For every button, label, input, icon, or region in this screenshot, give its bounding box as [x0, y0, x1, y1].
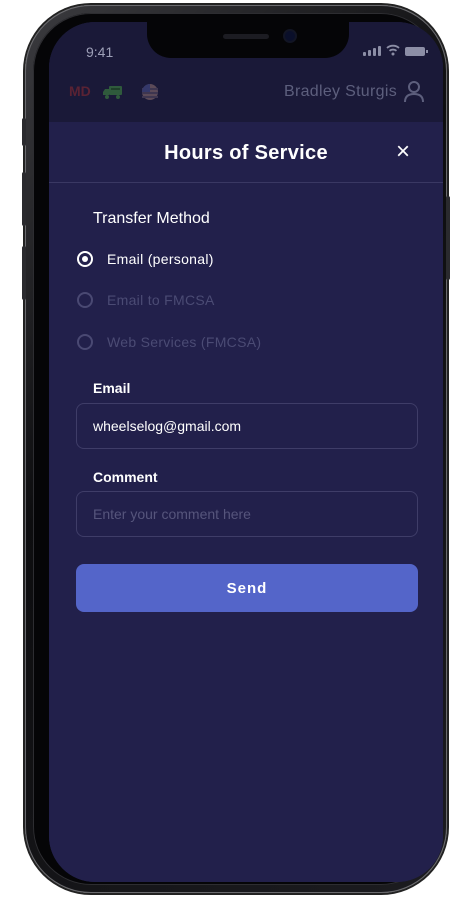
email-field[interactable]	[76, 403, 418, 449]
modal-title: Hours of Service	[164, 142, 328, 164]
radio-label: Email to FMCSA	[107, 292, 215, 308]
radio-label: Web Services (FMCSA)	[107, 334, 262, 350]
radio-option-email-fmcsa[interactable]: Email to FMCSA	[77, 289, 215, 311]
battery-icon	[405, 47, 428, 56]
header-divider	[49, 182, 443, 183]
md-badge: MD	[69, 83, 91, 99]
app-header: MD Bradley Sturgis	[49, 80, 443, 106]
send-button[interactable]: Send	[76, 564, 418, 612]
user-name[interactable]: Bradley Sturgis	[284, 83, 397, 101]
status-icons	[363, 44, 428, 56]
radio-option-email-personal[interactable]: Email (personal)	[77, 248, 214, 270]
comment-label: Comment	[93, 469, 158, 485]
front-camera	[285, 31, 295, 41]
radio-button-checked[interactable]	[77, 251, 93, 267]
radio-option-web-services[interactable]: Web Services (FMCSA)	[77, 331, 261, 353]
power-button	[446, 196, 450, 280]
volume-down-button	[22, 246, 26, 300]
close-icon[interactable]: ×	[391, 140, 415, 164]
us-flag-icon	[142, 84, 158, 100]
radio-label: Email (personal)	[107, 251, 214, 267]
user-icon[interactable]	[403, 80, 425, 104]
phone-screen: 9:41 MD Bradley Sturgis Hours of Service…	[49, 22, 443, 882]
radio-button[interactable]	[77, 292, 93, 308]
hours-of-service-modal: Hours of Service × Transfer Method Email…	[49, 122, 443, 882]
email-label: Email	[93, 380, 131, 396]
notch	[147, 22, 349, 58]
speaker-grille	[223, 34, 269, 39]
wifi-icon	[386, 44, 400, 56]
status-time: 9:41	[86, 44, 114, 60]
comment-field[interactable]	[76, 491, 418, 537]
transfer-method-label: Transfer Method	[93, 210, 210, 227]
radio-button[interactable]	[77, 334, 93, 350]
volume-up-button	[22, 172, 26, 226]
silent-switch	[22, 118, 26, 146]
truck-icon	[103, 86, 122, 99]
signal-icon	[363, 46, 381, 56]
